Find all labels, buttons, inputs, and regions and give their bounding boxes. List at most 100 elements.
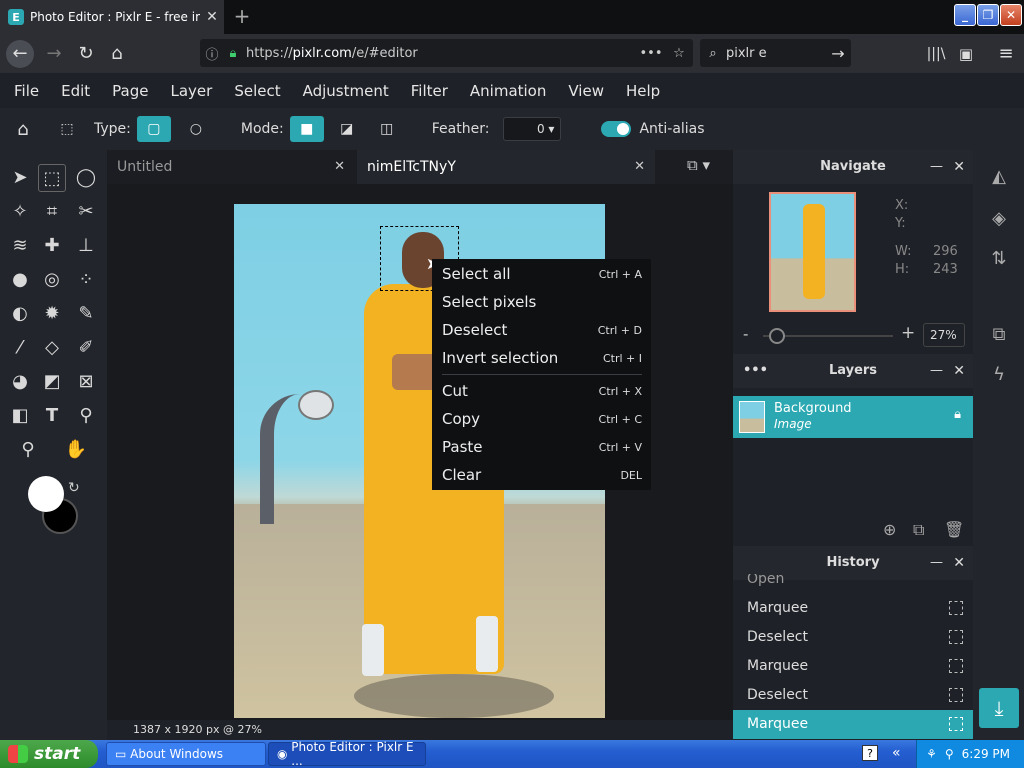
- menu-page[interactable]: Page: [112, 82, 148, 100]
- blur-tool-icon[interactable]: ●: [6, 266, 34, 294]
- home-icon[interactable]: ⌂: [6, 116, 40, 142]
- page-actions-icon[interactable]: •••: [637, 46, 665, 61]
- menu-edit[interactable]: Edit: [61, 82, 90, 100]
- dodge-tool-icon[interactable]: ◐: [6, 300, 34, 328]
- zoom-value-field[interactable]: 27%: [923, 323, 965, 347]
- help-icon[interactable]: ?: [862, 745, 878, 761]
- shape-tool-icon[interactable]: ◧: [6, 402, 34, 430]
- sidebar-icon[interactable]: ▣: [952, 40, 980, 68]
- sponge-tool-icon[interactable]: ◎: [38, 266, 66, 294]
- ctx-clear[interactable]: Clear DEL: [442, 463, 642, 487]
- ctx-select-all[interactable]: Select all Ctrl + A: [442, 262, 642, 286]
- menu-animation[interactable]: Animation: [470, 82, 546, 100]
- zoom-out-button[interactable]: -: [743, 325, 748, 343]
- liquify-tool-icon[interactable]: ≋: [6, 232, 34, 260]
- burn-tool-icon[interactable]: ✹: [38, 300, 66, 328]
- history-item[interactable]: Marquee: [733, 594, 973, 623]
- menu-filter[interactable]: Filter: [411, 82, 448, 100]
- adjust-panel-icon[interactable]: ⇅: [987, 248, 1011, 272]
- ctx-invert-selection[interactable]: Invert selection Ctrl + I: [442, 346, 642, 370]
- forward-icon[interactable]: →: [40, 40, 68, 68]
- gradient-tool-icon[interactable]: ◩: [38, 368, 66, 396]
- layer-item-background[interactable]: Background Image 🔒︎: [733, 396, 973, 438]
- tray-search-icon[interactable]: ⚲: [945, 747, 954, 761]
- text-tool-icon[interactable]: T: [38, 402, 66, 430]
- duplicate-layer-icon[interactable]: ⧉: [913, 520, 924, 540]
- history-item[interactable]: Deselect: [733, 623, 973, 652]
- close-panel-icon[interactable]: ✕: [953, 354, 965, 388]
- menu-view[interactable]: View: [568, 82, 604, 100]
- arrange-tool-icon[interactable]: ➤: [6, 164, 34, 192]
- history-item-partial[interactable]: Open: [733, 574, 973, 586]
- draw-tool-icon[interactable]: ✐: [72, 334, 100, 362]
- download-button[interactable]: ⤓: [979, 688, 1019, 728]
- doc-tab-active[interactable]: nimElTcTNyY ✕: [357, 150, 655, 184]
- fill-tool-icon[interactable]: ◕: [6, 368, 34, 396]
- ctx-select-pixels[interactable]: Select pixels: [442, 290, 642, 314]
- taskbar-item-photo-editor[interactable]: ◉ Photo Editor : Pixlr E ...: [268, 740, 426, 768]
- close-tab-icon[interactable]: ✕: [200, 9, 224, 25]
- antialias-toggle[interactable]: [601, 121, 632, 137]
- ctx-cut[interactable]: Cut Ctrl + X: [442, 379, 642, 403]
- clone-stamp-icon[interactable]: ⊥: [72, 232, 100, 260]
- close-doc-icon[interactable]: ✕: [634, 159, 645, 174]
- close-panel-icon[interactable]: ✕: [953, 150, 965, 184]
- cutout-tool-icon[interactable]: ✂: [72, 198, 100, 226]
- tray-expand-icon[interactable]: «: [892, 745, 901, 761]
- minimize-button[interactable]: _: [954, 4, 976, 26]
- window-close-button[interactable]: ✕: [1000, 4, 1022, 26]
- info-icon[interactable]: ⓘ: [200, 44, 224, 63]
- mode-new-button[interactable]: ■: [289, 116, 324, 142]
- ellipse-type-button[interactable]: ○: [179, 116, 213, 142]
- window-arrange-icon[interactable]: ⧉ ▾: [687, 156, 710, 174]
- hand-tool-icon[interactable]: ✋: [62, 436, 90, 464]
- zoom-tool-icon[interactable]: ⚲: [14, 436, 42, 464]
- color-replace-icon[interactable]: ✎: [72, 300, 100, 328]
- heal-tool-icon[interactable]: ✚: [38, 232, 66, 260]
- feather-input[interactable]: 0 ▾: [503, 117, 562, 141]
- bookmark-star-icon[interactable]: ☆: [665, 46, 693, 61]
- ctx-deselect[interactable]: Deselect Ctrl + D: [442, 318, 642, 342]
- rectangle-type-button[interactable]: ▢: [136, 116, 171, 142]
- home-icon[interactable]: ⌂: [103, 40, 131, 68]
- hamburger-menu-icon[interactable]: ≡: [992, 40, 1020, 68]
- start-button[interactable]: start: [0, 740, 98, 768]
- mode-subtract-button[interactable]: ◫: [370, 116, 404, 142]
- menu-adjustment[interactable]: Adjustment: [303, 82, 389, 100]
- url-bar[interactable]: ⓘ 🔒︎ https://pixlr.com/e/#editor ••• ☆: [200, 39, 693, 67]
- lock-icon[interactable]: 🔒︎: [954, 407, 961, 422]
- fullscreen-icon[interactable]: ⧉: [987, 324, 1011, 348]
- search-box[interactable]: ⌕ pixlr e →: [700, 39, 851, 67]
- ctx-copy[interactable]: Copy Ctrl + C: [442, 407, 642, 431]
- menu-file[interactable]: File: [14, 82, 39, 100]
- new-tab-button[interactable]: +: [230, 4, 254, 28]
- menu-layer[interactable]: Layer: [171, 82, 213, 100]
- navigator-thumbnail[interactable]: [769, 192, 856, 312]
- maximize-button[interactable]: ❐: [977, 4, 999, 26]
- brush-tool-icon[interactable]: ⁄: [6, 334, 34, 362]
- ctx-paste[interactable]: Paste Ctrl + V: [442, 435, 642, 459]
- minimize-panel-icon[interactable]: —: [930, 354, 943, 388]
- navigate-panel-icon[interactable]: ◭: [987, 166, 1011, 190]
- lightning-icon[interactable]: ϟ: [987, 364, 1011, 388]
- zoom-in-button[interactable]: +: [901, 323, 915, 343]
- library-icon[interactable]: |||\: [922, 40, 950, 68]
- history-item-active[interactable]: Marquee: [733, 710, 973, 739]
- eyedropper-tool-icon[interactable]: ⚲: [72, 402, 100, 430]
- pixel-tool-icon[interactable]: ⁘: [72, 266, 100, 294]
- menu-help[interactable]: Help: [626, 82, 660, 100]
- lasso-tool-icon[interactable]: ◯: [72, 164, 100, 192]
- eraser-tool-icon[interactable]: ◇: [38, 334, 66, 362]
- layer-options-icon[interactable]: •••: [743, 354, 768, 388]
- mode-add-button[interactable]: ◪: [330, 116, 364, 142]
- zoom-slider-handle[interactable]: [768, 328, 785, 344]
- taskbar-item-about-windows[interactable]: ▭ About Windows: [106, 742, 266, 766]
- minimize-panel-icon[interactable]: —: [930, 150, 943, 184]
- swap-colors-icon[interactable]: ↻: [68, 480, 80, 496]
- delete-layer-icon[interactable]: 🗑︎: [944, 520, 964, 539]
- search-go-icon[interactable]: →: [825, 44, 851, 63]
- close-doc-icon[interactable]: ✕: [334, 159, 345, 174]
- add-layer-icon[interactable]: ⊕: [883, 520, 896, 539]
- menu-select[interactable]: Select: [234, 82, 280, 100]
- browser-tab[interactable]: E Photo Editor : Pixlr E - free image ✕: [0, 0, 224, 34]
